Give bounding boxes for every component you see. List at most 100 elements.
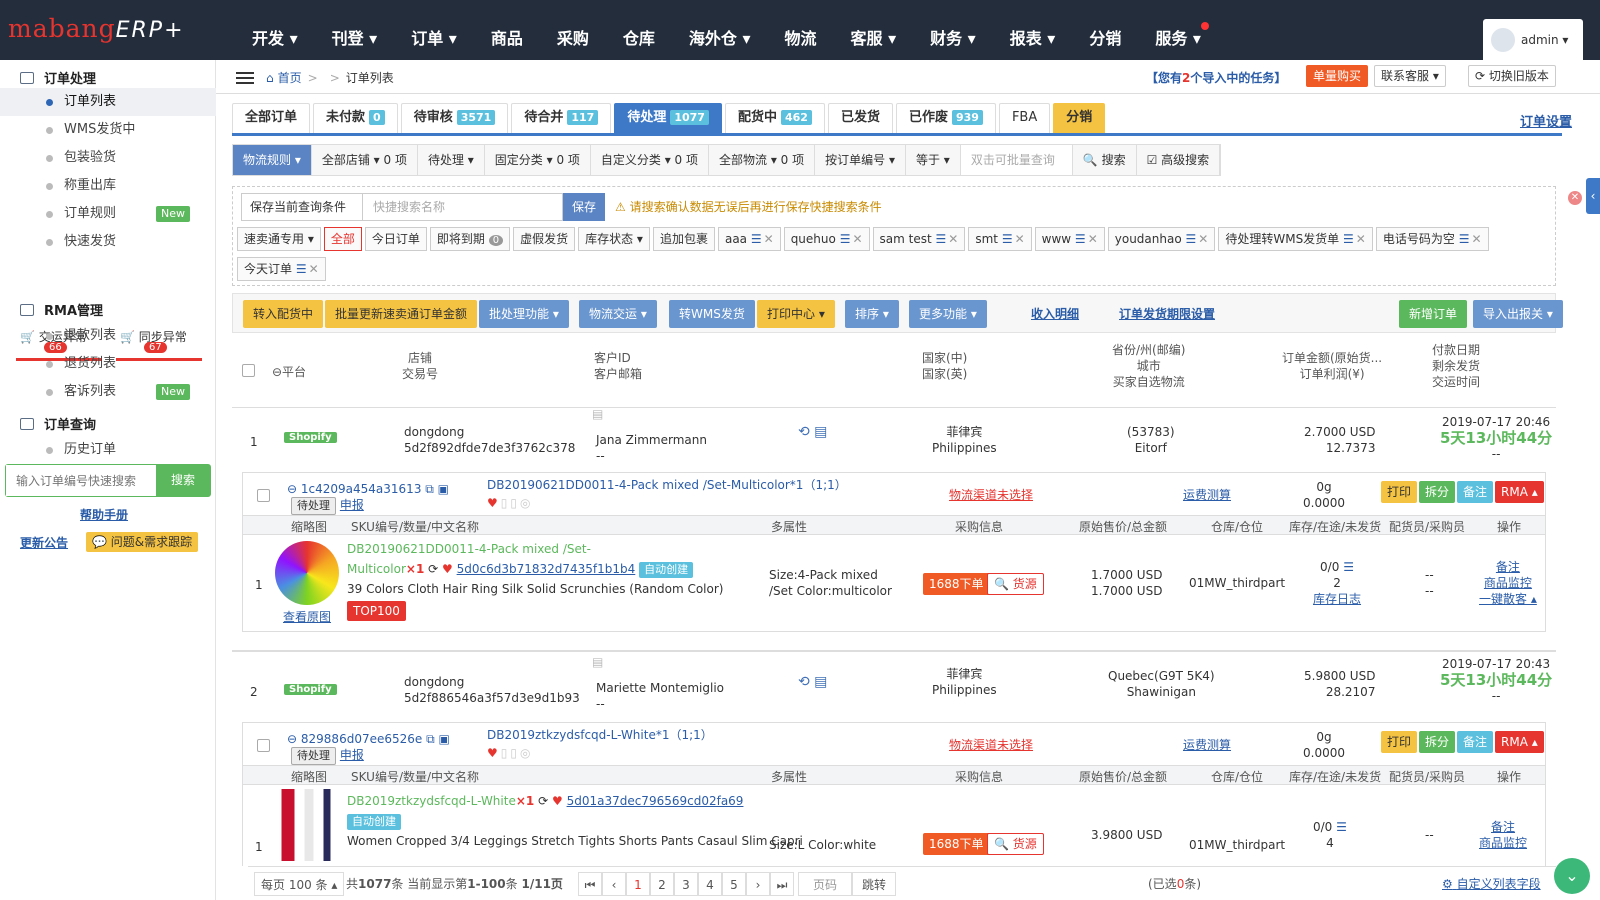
menu-distribution[interactable]: 分销 xyxy=(1077,0,1133,60)
chip-stock-status[interactable]: 库存状态 ▾ xyxy=(578,227,650,251)
item-code-link[interactable]: 5d0c6d3b71832d7435f1b1b4 xyxy=(457,562,636,576)
source-button[interactable]: 🔍 货源 xyxy=(987,833,1044,855)
menu-develop[interactable]: 开发 ▾ xyxy=(240,0,310,60)
add-order-button[interactable]: 新增订单 xyxy=(1399,300,1468,328)
sidebar-item-refunds[interactable]: 退款列表 xyxy=(0,322,216,350)
chip-saved[interactable]: quehuo ☰ ✕ xyxy=(783,227,870,251)
tab-pending[interactable]: 待处理 1077 xyxy=(614,103,722,133)
tab-merge[interactable]: 待合并 117 xyxy=(511,103,612,133)
to-wms-button[interactable]: 转WMS发货 xyxy=(669,300,755,328)
help-manual-link[interactable]: 帮助手册 xyxy=(80,506,128,523)
tab-all[interactable]: 全部订单 xyxy=(232,103,311,133)
fixed-category-filter[interactable]: 固定分类 ▾ 0 项 xyxy=(485,145,591,175)
sub-order-title[interactable]: DB2019ztkzydsfcqd-L-White*1（1;1） xyxy=(487,727,713,743)
close-icon[interactable]: ✕ xyxy=(764,232,774,246)
menu-overseas-warehouse[interactable]: 海外仓 ▾ xyxy=(677,0,763,60)
sidebar-group-order-query[interactable]: 订单查询 xyxy=(20,414,96,433)
collapse-icon[interactable]: ⊖ xyxy=(287,482,297,496)
sku-line[interactable]: DB2019ztkzydsfcqd-L-White xyxy=(347,794,516,808)
trade-number[interactable]: 5d2f892dfde7de3f3762c378 xyxy=(404,440,575,456)
sidebar-item-packing[interactable]: 包装验货 xyxy=(0,144,216,172)
issue-tracker-button[interactable]: 💬 问题&需求跟踪 xyxy=(86,532,199,552)
monitor-link[interactable]: 商品监控 xyxy=(1479,575,1537,591)
page-3[interactable]: 3 xyxy=(674,872,698,896)
sidebar-group-rma[interactable]: RMA管理 xyxy=(20,300,103,319)
view-image[interactable]: 查看原图 xyxy=(283,609,331,625)
batch-update-amount-button[interactable]: 批量更新速卖通订单金额 xyxy=(325,300,478,328)
last-page-icon[interactable]: ⏭ xyxy=(770,872,794,896)
tab-review[interactable]: 待审核 3571 xyxy=(400,103,509,133)
declare-link[interactable]: 申报 xyxy=(340,498,364,512)
next-page-icon[interactable]: › xyxy=(746,872,770,896)
close-icon[interactable]: ✕ xyxy=(1198,232,1208,246)
declare-link[interactable]: 申报 xyxy=(340,748,364,762)
collapse-icon[interactable]: ⊖ xyxy=(287,732,297,746)
sidebar-item-history[interactable]: 历史订单 xyxy=(0,436,216,464)
logistics-channel[interactable]: 物流渠道未选择 xyxy=(949,487,1033,503)
tab-voided[interactable]: 已作废 939 xyxy=(895,103,996,133)
close-panel-icon[interactable]: ✕ xyxy=(1568,191,1582,205)
breadcrumb-home[interactable]: 首页 xyxy=(278,71,302,85)
chip-aliexpress[interactable]: 速卖通专用 ▾ xyxy=(237,227,321,251)
sku-line2[interactable]: Multicolor xyxy=(347,562,406,576)
menu-orders[interactable]: 订单 ▾ xyxy=(399,0,469,60)
sub-order-link[interactable]: 829886d07ee6526e xyxy=(301,732,422,746)
menu-service[interactable]: 客服 ▾ xyxy=(839,0,909,60)
batch-process-button[interactable]: 批处理功能 ▾ xyxy=(479,300,569,328)
quick-retail-link[interactable]: 一键散客 ▴ xyxy=(1479,591,1537,607)
menu-reports[interactable]: 报表 ▾ xyxy=(998,0,1068,60)
quick-search-button[interactable]: 搜索 xyxy=(156,465,210,496)
rma-button[interactable]: RMA ▴ xyxy=(1495,731,1544,753)
income-detail-link[interactable]: 收入明细 xyxy=(1031,300,1079,328)
split-button[interactable]: 拆分 xyxy=(1419,481,1456,503)
advanced-search-button[interactable]: ☑ 高级搜索 xyxy=(1137,145,1221,175)
search-field-select[interactable]: 按订单编号 ▾ xyxy=(815,145,906,175)
sku-line[interactable]: DB20190621DD0011-4-Pack mixed /Set- xyxy=(347,541,591,557)
buy-volume-button[interactable]: 单量购买 xyxy=(1306,65,1369,87)
logistics-filter[interactable]: 全部物流 ▾ 0 项 xyxy=(709,145,816,175)
order-1688-button[interactable]: 1688下单 xyxy=(923,573,990,595)
sidebar-item-returns[interactable]: 退货列表 xyxy=(0,350,216,378)
tab-unpaid[interactable]: 未付款 0 xyxy=(313,103,398,133)
menu-listing[interactable]: 刊登 ▾ xyxy=(320,0,390,60)
page-1[interactable]: 1 xyxy=(626,872,650,896)
page-input[interactable]: 页码 xyxy=(798,872,852,896)
chip-fake-ship[interactable]: 虚假发货 xyxy=(513,227,576,251)
chip-saved[interactable]: aaa ☰ ✕ xyxy=(717,227,781,251)
first-page-icon[interactable]: ⏮ xyxy=(578,872,602,896)
chip-saved[interactable]: 待处理转WMS发货单 ☰ ✕ xyxy=(1218,227,1373,251)
col-platform[interactable]: ⊖平台 xyxy=(272,364,306,380)
trade-number[interactable]: 5d2f886546a3f57d3e9d1b93 xyxy=(404,690,580,706)
custom-category-filter[interactable]: 自定义分类 ▾ 0 项 xyxy=(591,145,710,175)
custom-fields-link[interactable]: ⚙ 自定义列表字段 xyxy=(1442,872,1541,896)
sidebar-item-order-rules[interactable]: 订单规则 New xyxy=(0,200,216,228)
order-1688-button[interactable]: 1688下单 xyxy=(923,833,990,855)
quick-search-input[interactable] xyxy=(6,465,156,496)
prev-page-icon[interactable]: ‹ xyxy=(602,872,626,896)
tab-fba[interactable]: FBA xyxy=(998,103,1051,133)
import-task-notice[interactable]: 【您有2个导入中的任务】 xyxy=(1146,69,1286,86)
sidebar-item-quick-ship[interactable]: 快速发货 xyxy=(0,228,216,256)
close-icon[interactable]: ✕ xyxy=(852,232,862,246)
search-input[interactable]: 双击可批量查询 xyxy=(960,145,1073,175)
menu-toggle-icon[interactable] xyxy=(236,72,254,84)
user-menu[interactable]: admin ▾ xyxy=(1483,19,1583,60)
sidebar-item-weighing[interactable]: 称重出库 xyxy=(0,172,216,200)
collapse-panel-icon[interactable]: ‹ xyxy=(1586,178,1600,214)
order-checkbox[interactable] xyxy=(257,739,270,752)
jump-button[interactable]: 跳转 xyxy=(852,872,896,896)
close-icon[interactable]: ✕ xyxy=(309,262,319,276)
source-button[interactable]: 🔍 货源 xyxy=(987,573,1044,595)
copy-icon[interactable]: ⧉ ▣ xyxy=(425,482,449,496)
update-notice-link[interactable]: 更新公告 xyxy=(20,534,68,551)
app-logo[interactable]: mabangERP+ xyxy=(8,14,185,43)
per-page-select[interactable]: 每页 100 条 ▴ xyxy=(254,872,345,896)
product-thumbnail[interactable] xyxy=(273,789,345,861)
logistics-channel[interactable]: 物流渠道未选择 xyxy=(949,737,1033,753)
print-button[interactable]: 打印 xyxy=(1381,731,1418,753)
logistics-ship-button[interactable]: 物流交运 ▾ xyxy=(579,300,657,328)
menu-logistics[interactable]: 物流 xyxy=(772,0,828,60)
sub-order-title[interactable]: DB20190621DD0011-4-Pack mixed /Set-Multi… xyxy=(487,477,847,493)
tab-distribution[interactable]: 分销 xyxy=(1053,103,1106,133)
note-button[interactable]: 备注 xyxy=(1457,481,1494,503)
